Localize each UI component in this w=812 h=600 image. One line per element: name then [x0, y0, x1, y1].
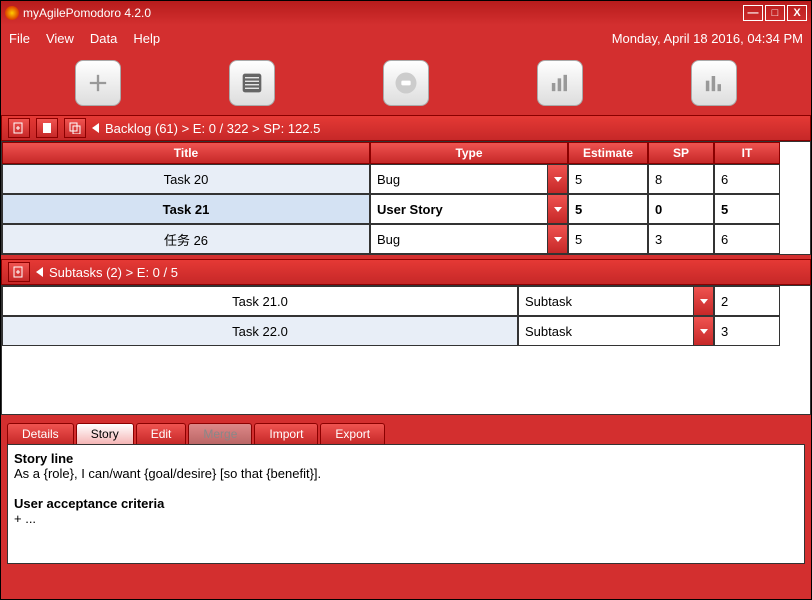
close-button[interactable]: X	[787, 5, 807, 21]
story-line-text: As a {role}, I can/want {goal/desire} [s…	[14, 466, 321, 481]
cell-type: Subtask	[518, 286, 714, 316]
table-row-selected[interactable]: Task 21 User Story 5 0 5	[2, 194, 810, 224]
date-label: Monday, April 18 2016, 04:34 PM	[612, 31, 803, 46]
collapse-arrow-icon[interactable]	[36, 267, 43, 277]
toolbar	[1, 51, 811, 115]
menu-view[interactable]: View	[46, 31, 74, 46]
backlog-header: Backlog (61) > E: 0 / 322 > SP: 122.5	[1, 115, 811, 141]
title-bar: myAgilePomodoro 4.2.0 — □ X	[1, 1, 811, 25]
tab-story[interactable]: Story	[76, 423, 134, 444]
dropdown-icon[interactable]	[693, 287, 713, 315]
menu-file[interactable]: File	[9, 31, 30, 46]
cell-type: Bug	[370, 164, 568, 194]
cell-estimate[interactable]: 5	[568, 224, 648, 254]
backlog-columns: Title Type Estimate SP IT	[2, 142, 810, 164]
cell-type: User Story	[370, 194, 568, 224]
backlog-header-text: Backlog (61) > E: 0 / 322 > SP: 122.5	[105, 121, 320, 136]
copy-icon[interactable]	[64, 118, 86, 138]
col-it[interactable]: IT	[714, 142, 780, 164]
cell-estimate[interactable]: 5	[568, 194, 648, 224]
backlog-grid: Title Type Estimate SP IT Task 20 Bug 5 …	[2, 142, 810, 254]
minimize-button[interactable]: —	[743, 5, 763, 21]
add-button[interactable]	[75, 60, 121, 106]
tab-import[interactable]: Import	[254, 423, 318, 444]
subtasks-grid: Task 21.0 Subtask 2 Task 22.0 Subtask 3	[2, 286, 810, 346]
table-row[interactable]: Task 21.0 Subtask 2	[2, 286, 810, 316]
menu-bar: File View Data Help Monday, April 18 201…	[1, 25, 811, 51]
acceptance-text: + ...	[14, 511, 36, 526]
new-doc-icon[interactable]	[8, 118, 30, 138]
cell-title: Task 20	[2, 164, 370, 194]
chart2-button[interactable]	[691, 60, 737, 106]
story-panel[interactable]: Story line As a {role}, I can/want {goal…	[7, 444, 805, 564]
window-title: myAgilePomodoro 4.2.0	[23, 6, 741, 20]
cell-title: Task 21.0	[2, 286, 518, 316]
maximize-button[interactable]: □	[765, 5, 785, 21]
tab-export[interactable]: Export	[320, 423, 385, 444]
chart1-button[interactable]	[537, 60, 583, 106]
dropdown-icon[interactable]	[547, 225, 567, 253]
table-row[interactable]: Task 22.0 Subtask 3	[2, 316, 810, 346]
table-row[interactable]: Task 20 Bug 5 8 6	[2, 164, 810, 194]
cell-it[interactable]: 5	[714, 194, 780, 224]
cell-num[interactable]: 3	[714, 316, 780, 346]
cell-title: 任务 26	[2, 224, 370, 254]
dropdown-icon[interactable]	[547, 195, 567, 223]
col-title[interactable]: Title	[2, 142, 370, 164]
cell-it[interactable]: 6	[714, 224, 780, 254]
story-line-heading: Story line	[14, 451, 73, 466]
col-sp[interactable]: SP	[648, 142, 714, 164]
cell-sp[interactable]: 8	[648, 164, 714, 194]
col-estimate[interactable]: Estimate	[568, 142, 648, 164]
cell-estimate[interactable]: 5	[568, 164, 648, 194]
table-row[interactable]: 任务 26 Bug 5 3 6	[2, 224, 810, 254]
cell-title: Task 22.0	[2, 316, 518, 346]
detail-tabs: Details Story Edit Merge Import Export	[1, 419, 811, 444]
cell-title: Task 21	[2, 194, 370, 224]
doc-icon[interactable]	[36, 118, 58, 138]
dropdown-icon[interactable]	[547, 165, 567, 193]
app-icon	[5, 6, 19, 20]
menu-data[interactable]: Data	[90, 31, 117, 46]
collapse-arrow-icon[interactable]	[92, 123, 99, 133]
subtasks-header-text: Subtasks (2) > E: 0 / 5	[49, 265, 178, 280]
cell-sp[interactable]: 0	[648, 194, 714, 224]
new-doc-icon[interactable]	[8, 262, 30, 282]
list-button[interactable]	[229, 60, 275, 106]
cell-sp[interactable]: 3	[648, 224, 714, 254]
acceptance-heading: User acceptance criteria	[14, 496, 164, 511]
tab-edit[interactable]: Edit	[136, 423, 187, 444]
dropdown-icon[interactable]	[693, 317, 713, 345]
subtasks-header: Subtasks (2) > E: 0 / 5	[1, 259, 811, 285]
timer-button[interactable]	[383, 60, 429, 106]
cell-type: Subtask	[518, 316, 714, 346]
menu-help[interactable]: Help	[133, 31, 160, 46]
tab-merge: Merge	[188, 423, 252, 444]
col-type[interactable]: Type	[370, 142, 568, 164]
cell-type: Bug	[370, 224, 568, 254]
cell-num[interactable]: 2	[714, 286, 780, 316]
cell-it[interactable]: 6	[714, 164, 780, 194]
tab-details[interactable]: Details	[7, 423, 74, 444]
